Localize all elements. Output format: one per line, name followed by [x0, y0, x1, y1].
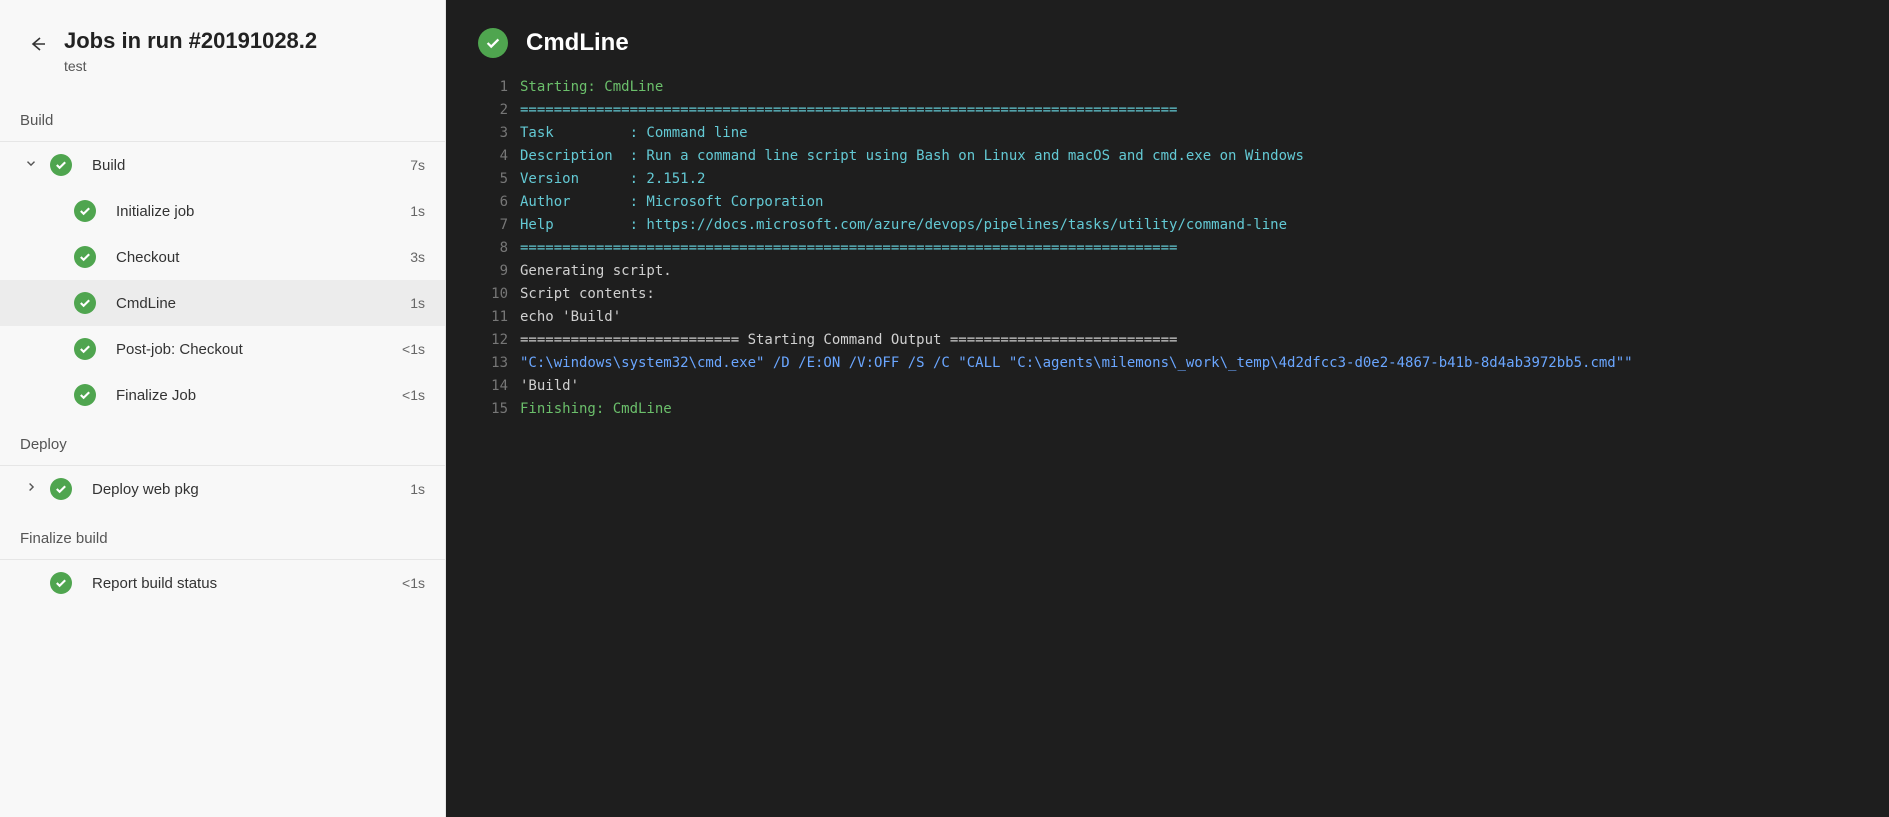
log-line: 12========================== Starting Co…: [478, 329, 1889, 352]
log-lineno: 4: [478, 145, 520, 168]
step-row[interactable]: Initialize job1s: [0, 188, 445, 234]
log-line: 3Task : Command line: [478, 122, 1889, 145]
log-content: Help : https://docs.microsoft.com/azure/…: [520, 214, 1287, 237]
log-line: 8=======================================…: [478, 237, 1889, 260]
success-icon: [478, 28, 508, 58]
success-icon: [50, 478, 72, 500]
job-duration: 7s: [410, 157, 425, 173]
log-line: 10Script contents:: [478, 283, 1889, 306]
log-lineno: 1: [478, 76, 520, 99]
chevron-down-icon: [24, 156, 38, 174]
log-title: CmdLine: [526, 29, 629, 57]
step-label: CmdLine: [116, 295, 410, 312]
log-content: Script contents:: [520, 283, 655, 306]
stage-label: Deploy: [0, 418, 445, 465]
chevron-right-icon: [24, 480, 38, 498]
log-content: Generating script.: [520, 260, 672, 283]
step-duration: <1s: [402, 387, 425, 403]
job-label: Build: [92, 157, 410, 174]
success-icon: [50, 572, 72, 594]
page-title: Jobs in run #20191028.2: [64, 28, 317, 54]
log-lineno: 8: [478, 237, 520, 260]
log-line: 14'Build': [478, 375, 1889, 398]
log-lineno: 14: [478, 375, 520, 398]
log-content: Task : Command line: [520, 122, 748, 145]
log-lineno: 9: [478, 260, 520, 283]
log-content: ========================================…: [520, 237, 1177, 260]
job-duration: 1s: [410, 481, 425, 497]
log-content: 'Build': [520, 375, 579, 398]
log-content: Author : Microsoft Corporation: [520, 191, 823, 214]
log-content: ========================== Starting Comm…: [520, 329, 1177, 352]
job-row[interactable]: Deploy web pkg1s: [0, 465, 445, 512]
log-content: Description : Run a command line script …: [520, 145, 1304, 168]
success-icon: [74, 338, 96, 360]
log-area[interactable]: 1Starting: CmdLine2=====================…: [446, 76, 1889, 421]
log-line: 6Author : Microsoft Corporation: [478, 191, 1889, 214]
log-line: 4Description : Run a command line script…: [478, 145, 1889, 168]
log-lineno: 7: [478, 214, 520, 237]
log-line: 1Starting: CmdLine: [478, 76, 1889, 99]
job-label: Deploy web pkg: [92, 481, 410, 498]
jobs-sidebar: Jobs in run #20191028.2 test BuildBuild7…: [0, 0, 446, 817]
log-lineno: 3: [478, 122, 520, 145]
step-label: Post-job: Checkout: [116, 341, 402, 358]
log-lineno: 5: [478, 168, 520, 191]
stage-label: Build: [0, 94, 445, 141]
arrow-left-icon: [28, 34, 48, 54]
stage-label: Finalize build: [0, 512, 445, 559]
log-lineno: 15: [478, 398, 520, 421]
step-duration: 1s: [410, 295, 425, 311]
log-header: CmdLine: [446, 0, 1889, 76]
log-lineno: 6: [478, 191, 520, 214]
page-subtitle: test: [64, 58, 317, 74]
job-label: Report build status: [92, 575, 402, 592]
step-duration: 3s: [410, 249, 425, 265]
log-lineno: 12: [478, 329, 520, 352]
sidebar-header: Jobs in run #20191028.2 test: [0, 0, 445, 94]
log-content: "C:\windows\system32\cmd.exe" /D /E:ON /…: [520, 352, 1633, 375]
step-duration: <1s: [402, 341, 425, 357]
log-content: Version : 2.151.2: [520, 168, 705, 191]
log-line: 9Generating script.: [478, 260, 1889, 283]
log-content: echo 'Build': [520, 306, 621, 329]
step-label: Checkout: [116, 249, 410, 266]
log-line: 2=======================================…: [478, 99, 1889, 122]
log-lineno: 2: [478, 99, 520, 122]
job-row[interactable]: Build7s: [0, 141, 445, 188]
job-duration: <1s: [402, 575, 425, 591]
step-label: Finalize Job: [116, 387, 402, 404]
log-line: 5Version : 2.151.2: [478, 168, 1889, 191]
log-content: ========================================…: [520, 99, 1177, 122]
success-icon: [74, 200, 96, 222]
success-icon: [74, 384, 96, 406]
success-icon: [50, 154, 72, 176]
log-line: 11echo 'Build': [478, 306, 1889, 329]
log-content: Starting: CmdLine: [520, 76, 663, 99]
job-row[interactable]: Report build status<1s: [0, 559, 445, 606]
log-line: 15Finishing: CmdLine: [478, 398, 1889, 421]
log-lineno: 10: [478, 283, 520, 306]
step-label: Initialize job: [116, 203, 410, 220]
log-panel: CmdLine 1Starting: CmdLine2=============…: [446, 0, 1889, 817]
success-icon: [74, 246, 96, 268]
success-icon: [74, 292, 96, 314]
log-content: Finishing: CmdLine: [520, 398, 672, 421]
step-row[interactable]: CmdLine1s: [0, 280, 445, 326]
step-row[interactable]: Finalize Job<1s: [0, 372, 445, 418]
back-button[interactable]: [24, 30, 52, 58]
step-row[interactable]: Post-job: Checkout<1s: [0, 326, 445, 372]
step-row[interactable]: Checkout3s: [0, 234, 445, 280]
step-duration: 1s: [410, 203, 425, 219]
log-lineno: 13: [478, 352, 520, 375]
log-lineno: 11: [478, 306, 520, 329]
log-line: 7Help : https://docs.microsoft.com/azure…: [478, 214, 1889, 237]
log-line: 13"C:\windows\system32\cmd.exe" /D /E:ON…: [478, 352, 1889, 375]
